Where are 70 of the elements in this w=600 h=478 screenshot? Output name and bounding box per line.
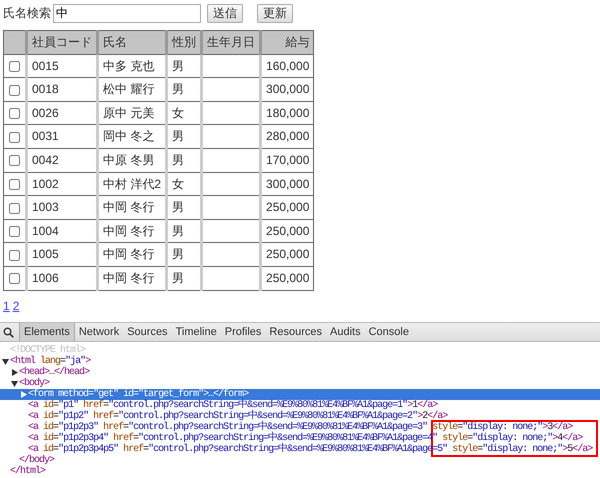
devtools-tab[interactable]: Network <box>74 323 124 341</box>
table-cell: 300,000 <box>260 172 314 196</box>
column-header: 氏名 <box>98 30 167 54</box>
column-header: 給与 <box>260 30 314 54</box>
table-cell: 300,000 <box>260 78 314 102</box>
table-cell: 中原 冬男 <box>98 148 167 172</box>
table-cell: 250,000 <box>260 266 314 290</box>
table-cell: 0026 <box>26 101 98 125</box>
table-cell: 中岡 冬行 <box>98 242 167 266</box>
code-line: <!DOCTYPE html> <box>10 345 86 356</box>
table-cell: 170,000 <box>260 148 314 172</box>
devtools-tab[interactable]: Audits <box>326 323 365 341</box>
search-field[interactable]: 中 <box>53 4 201 23</box>
table-cell: 原中 元美 <box>98 101 167 125</box>
code-line: <a id="p1p2p3" href="control.php?searchString=中&send=%E9%80%81%E4%BF%A1&page=3" style="display: none;">3</a> <box>28 422 572 433</box>
code-line: </body> <box>19 455 54 466</box>
code-line: <a id="p1" href="control.php?searchString=中&send=%E9%80%81%E4%BF%A1&page=1">1</a> <box>28 400 438 411</box>
table-cell: 1004 <box>26 219 98 243</box>
table-cell: 男 <box>166 148 202 172</box>
submit-button[interactable]: 送信 <box>207 4 243 23</box>
table-cell: 250,000 <box>260 196 314 220</box>
table-cell: 男 <box>166 266 202 290</box>
table-cell: 180,000 <box>260 101 314 125</box>
table-cell: 1002 <box>26 172 98 196</box>
table-cell: 松中 耀行 <box>98 78 167 102</box>
refresh-button[interactable]: 更新 <box>257 4 293 23</box>
table-cell: 中村 洋代2 <box>98 172 167 196</box>
table-cell: 0018 <box>26 78 98 102</box>
table-cell: 中多 克也 <box>98 54 167 78</box>
devtools-tab[interactable]: Elements <box>19 323 75 341</box>
table-cell: 中岡 冬行 <box>98 266 167 290</box>
table-cell: 250,000 <box>260 219 314 243</box>
table-cell: 男 <box>166 196 202 220</box>
table-cell: 160,000 <box>260 54 314 78</box>
page-link[interactable]: 2 <box>12 298 20 313</box>
code-line: </html> <box>10 466 46 477</box>
table-cell: 男 <box>166 242 202 266</box>
table-cell: 女 <box>166 172 202 196</box>
table-cell: 男 <box>166 124 202 148</box>
table-cell: 0042 <box>26 148 98 172</box>
table-cell: 中岡 冬行 <box>98 196 167 220</box>
table-cell: 0015 <box>26 54 98 78</box>
table-cell: 1003 <box>26 196 98 220</box>
devtools-tab[interactable]: Console <box>364 323 413 341</box>
devtools-tab[interactable]: Sources <box>123 323 172 341</box>
table-cell: 女 <box>166 101 202 125</box>
table-cell: 1005 <box>26 242 98 266</box>
table-cell: 男 <box>166 78 202 102</box>
selected-node-row[interactable]: <form method="get" id="target_form">…</form> <box>0 389 600 400</box>
table-cell: 中岡 冬行 <box>98 219 167 243</box>
code-line: <html lang="ja"> <box>10 356 90 367</box>
code-line: <head>…</head> <box>19 367 90 378</box>
devtools-tab[interactable]: Resources <box>265 323 326 341</box>
table-cell: 1006 <box>26 266 98 290</box>
code-line: <a id="p1p2" href="control.php?searchString=中&send=%E9%80%81%E4%BF%A1&page=2">2</a> <box>28 411 448 422</box>
column-header: 性別 <box>166 30 202 54</box>
search-label: 氏名検索 <box>3 6 51 21</box>
devtools-tab[interactable]: Timeline <box>172 323 221 341</box>
code-line: <body> <box>19 378 50 389</box>
page-link[interactable]: 1 <box>3 298 10 313</box>
table-cell: 250,000 <box>260 242 314 266</box>
table-cell: 0031 <box>26 124 98 148</box>
table-cell: 男 <box>166 54 202 78</box>
code-line: <form method="get" id="target_form">…</form> <box>28 389 248 400</box>
table-cell: 岡中 冬之 <box>98 124 167 148</box>
devtools-tab[interactable]: Profiles <box>220 323 266 341</box>
column-header: 生年月日 <box>202 30 261 54</box>
table-cell: 280,000 <box>260 124 314 148</box>
column-header: 社員コード <box>26 30 98 54</box>
table-cell: 男 <box>166 219 202 243</box>
